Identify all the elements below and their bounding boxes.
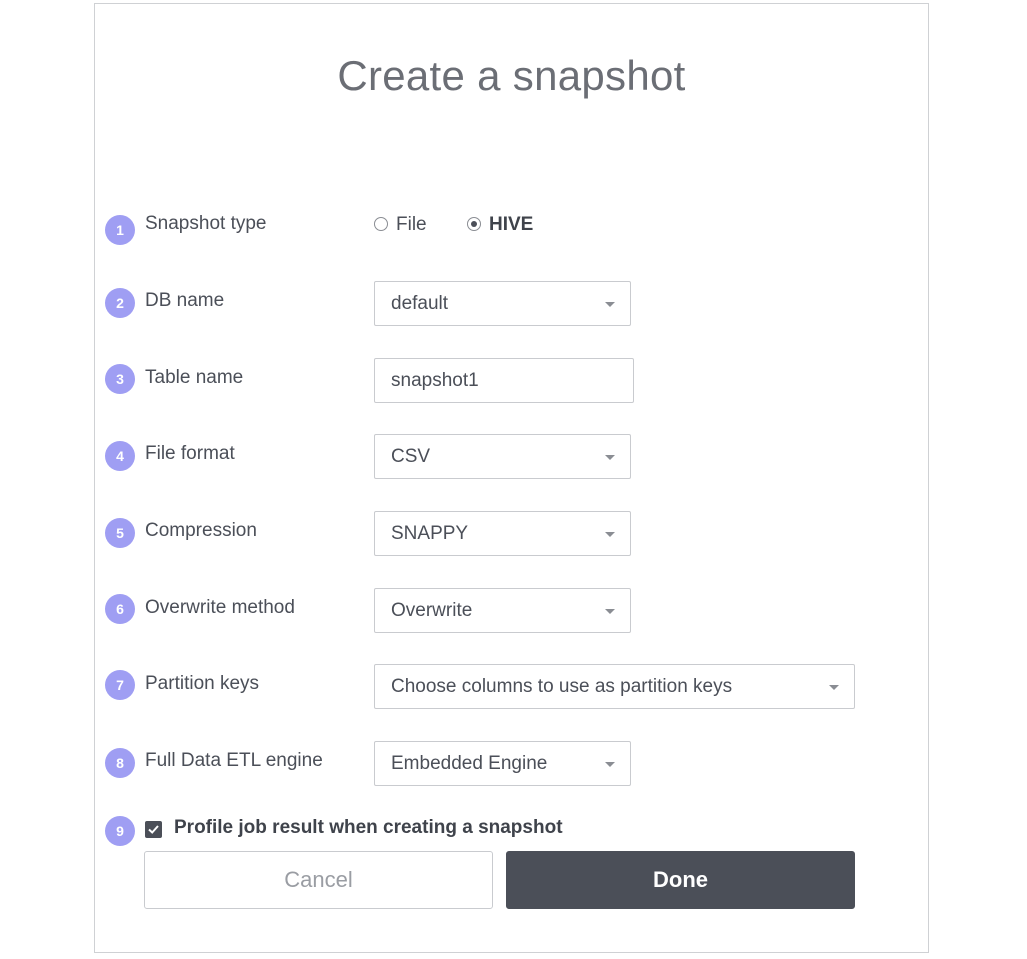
checkmark-icon [148,825,159,834]
overwrite-method-value: Overwrite [391,600,473,621]
step-badge-8: 8 [105,748,135,778]
chevron-down-icon [605,609,615,614]
chevron-down-icon [829,685,839,690]
step-badge-4: 4 [105,441,135,471]
step-badge-7: 7 [105,670,135,700]
done-button[interactable]: Done [506,851,855,909]
compression-label: Compression [145,520,257,541]
db-name-label: DB name [145,290,225,311]
etl-engine-value: Embedded Engine [391,753,548,774]
radio-file[interactable]: File [374,214,427,236]
file-format-label: File format [145,443,235,464]
compression-select[interactable]: SNAPPY [374,511,631,556]
partition-keys-select[interactable]: Choose columns to use as partition keys [374,664,855,709]
step-badge-6: 6 [105,594,135,624]
db-name-select[interactable]: default [374,281,631,326]
compression-value: SNAPPY [391,523,469,544]
step-badge-5: 5 [105,518,135,548]
profile-job-checkbox[interactable] [145,821,162,838]
partition-keys-label: Partition keys [145,673,260,694]
db-name-value: default [391,293,449,314]
file-format-select[interactable]: CSV [374,434,631,479]
etl-engine-select[interactable]: Embedded Engine [374,741,631,786]
overwrite-method-label: Overwrite method [145,597,295,618]
cancel-button[interactable]: Cancel [144,851,493,909]
radio-hive-label: HIVE [489,214,534,235]
chevron-down-icon [605,302,615,307]
radio-file-circle-icon [374,217,388,231]
chevron-down-icon [605,762,615,767]
file-format-value: CSV [391,446,431,467]
table-name-input[interactable]: snapshot1 [374,358,634,403]
step-badge-1: 1 [105,215,135,245]
chevron-down-icon [605,532,615,537]
partition-keys-placeholder: Choose columns to use as partition keys [391,676,733,697]
radio-hive-selected-icon [467,217,481,231]
step-badge-2: 2 [105,288,135,318]
chevron-down-icon [605,455,615,460]
etl-engine-label: Full Data ETL engine [145,750,323,771]
radio-file-label: File [396,214,427,235]
radio-hive[interactable]: HIVE [467,214,533,236]
table-name-label: Table name [145,367,244,388]
overwrite-method-select[interactable]: Overwrite [374,588,631,633]
step-badge-9: 9 [105,816,135,846]
profile-job-label: Profile job result when creating a snaps… [174,817,563,838]
step-badge-3: 3 [105,364,135,394]
dialog-title: Create a snapshot [337,52,686,99]
snapshot-type-label: Snapshot type [145,213,267,234]
